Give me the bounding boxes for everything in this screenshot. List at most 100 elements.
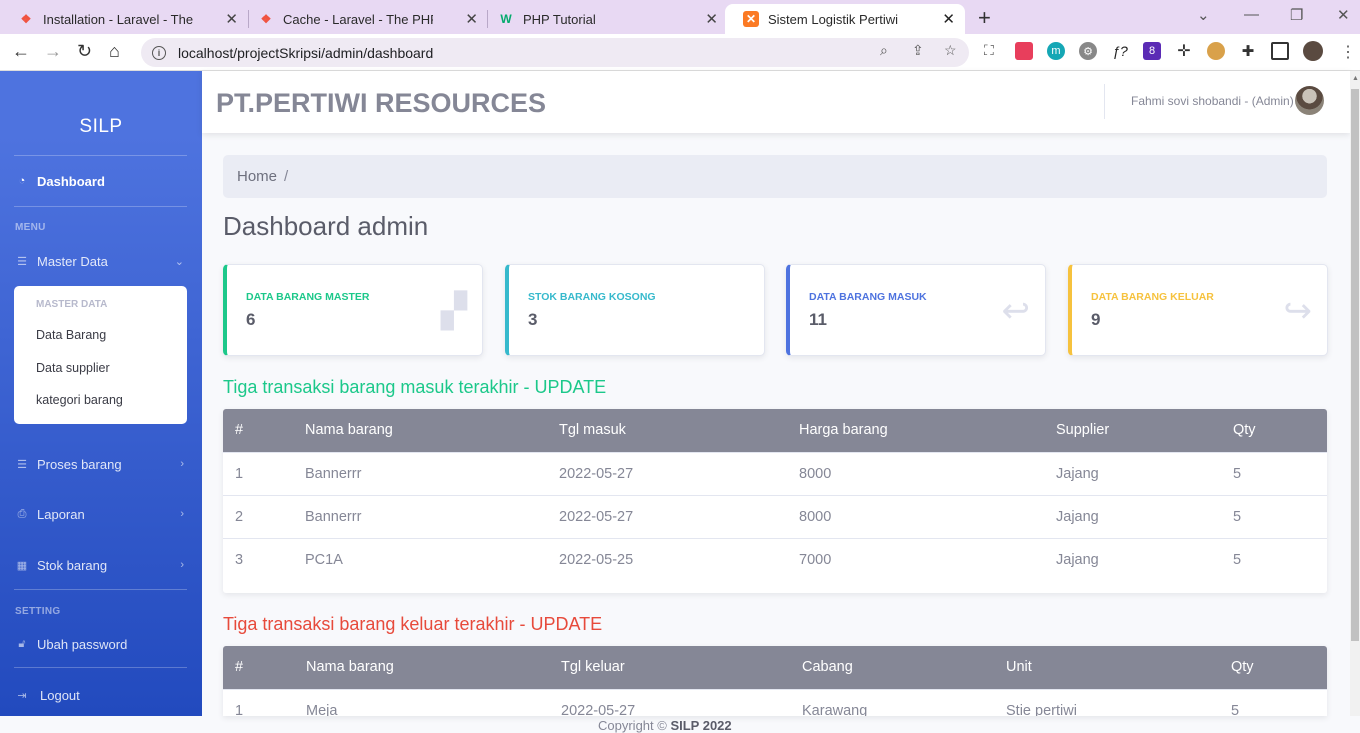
browser-menu-icon[interactable]: ⋮ (1340, 42, 1356, 62)
browser-tab-cache[interactable]: ❖ Cache - Laravel - The PHP Framework ✕ (240, 4, 488, 34)
sidebar-brand[interactable]: SILP (0, 116, 202, 138)
extension-m-icon[interactable]: m (1047, 42, 1065, 60)
submenu-item-data-barang[interactable]: Data Barang (36, 328, 106, 342)
extension-move-icon[interactable]: ✛ (1175, 42, 1193, 60)
profile-avatar-icon[interactable] (1303, 41, 1323, 61)
browser-tab-bar: ❖ Installation - Laravel - The PHP Frame… (0, 0, 1360, 34)
avatar[interactable] (1295, 86, 1324, 115)
home-icon[interactable]: ⌂ (109, 41, 120, 62)
browser-tab-php[interactable]: W PHP Tutorial ✕ (480, 4, 728, 34)
close-window-icon[interactable]: ✕ (1337, 6, 1350, 24)
restore-icon[interactable]: ❐ (1290, 6, 1303, 24)
page-scrollbar[interactable]: ▲ (1350, 71, 1360, 716)
browser-toolbar: ← → ↻ ⌂ i localhost/projectSkripsi/admin… (0, 34, 1360, 71)
database-icon: ☰ (17, 255, 27, 268)
side-panel-icon[interactable] (1271, 42, 1289, 60)
card-data-barang-keluar: DATA BARANG KELUAR 9 ↪ (1068, 264, 1328, 356)
close-tab-icon[interactable]: ✕ (465, 10, 478, 28)
tab-search-icon[interactable]: ⌄ (1197, 6, 1210, 24)
url-text: localhost/projectSkripsi/admin/dashboard (178, 44, 434, 61)
column-header: Tgl masuk (547, 409, 787, 452)
extension-cookie-icon[interactable] (1207, 42, 1225, 60)
screenshot-icon[interactable]: ⛶ (984, 42, 994, 59)
table-cell: Meja (294, 688, 549, 716)
breadcrumb-home[interactable]: Home (237, 168, 277, 185)
table-cell: Stie pertiwi (994, 688, 1219, 716)
sidebar-item-dashboard[interactable]: ◔ Dashboard (15, 170, 187, 192)
page-title: Dashboard admin (223, 211, 429, 241)
tachometer-icon: ◔ (18, 175, 26, 187)
sidebar-item-laporan[interactable]: ⎙ Laporan › (15, 503, 187, 525)
column-header: # (223, 409, 293, 452)
user-name[interactable]: Fahmi sovi shobandi - (Admin) (1131, 94, 1294, 108)
chevron-right-icon: › (180, 559, 184, 571)
table-row: 2 Bannerrr 2022-05-27 8000 Jajang 5 (223, 494, 1327, 538)
close-tab-icon[interactable]: ✕ (942, 10, 955, 28)
barang-keluar-title: Tiga transaksi barang keluar terakhir - … (223, 614, 603, 634)
reload-icon[interactable]: ↻ (77, 41, 92, 62)
footer-copyright: Copyright © (598, 718, 671, 733)
sidebar-item-stok-barang[interactable]: ▦ Stok barang › (15, 554, 187, 576)
barang-masuk-title: Tiga transaksi barang masuk terakhir - U… (223, 377, 607, 397)
bookmark-star-icon[interactable]: ☆ (944, 42, 957, 59)
zoom-icon[interactable]: ⌕ (880, 42, 888, 59)
column-header: Nama barang (293, 409, 547, 452)
menu-heading: MENU (15, 222, 46, 233)
table-cell: Karawang (790, 688, 994, 716)
card-data-barang-masuk: DATA BARANG MASUK 11 ↩ (786, 264, 1046, 356)
address-bar[interactable]: i localhost/projectSkripsi/admin/dashboa… (141, 38, 969, 67)
column-header: Qty (1221, 409, 1327, 452)
list-icon: ☰ (17, 458, 27, 471)
table-cell: 1 (223, 688, 294, 716)
card-label: DATA BARANG KELUAR (1091, 291, 1214, 303)
table-cell: 7000 (787, 537, 1044, 581)
table-cell: Jajang (1044, 537, 1221, 581)
sidebar-item-master-data[interactable]: ☰ Master Data ⌄ (15, 250, 187, 272)
table-cell: 2022-05-27 (549, 688, 790, 716)
sidebar-item-logout[interactable]: ⇥ Logout (15, 684, 187, 706)
new-tab-icon[interactable]: + (978, 5, 991, 31)
close-tab-icon[interactable]: ✕ (705, 10, 718, 28)
breadcrumb-separator: / (284, 168, 289, 185)
table-cell: 1 (223, 451, 293, 495)
xampp-icon: ✕ (743, 11, 759, 27)
laravel-icon: ❖ (20, 12, 32, 26)
card-label: DATA BARANG MASTER (246, 291, 370, 303)
column-header: Nama barang (294, 646, 549, 689)
sidebar: SILP ◔ Dashboard MENU ☰ Master Data ⌄ MA… (0, 71, 202, 716)
back-icon[interactable]: ← (12, 41, 30, 62)
submenu-item-data-supplier[interactable]: Data supplier (36, 361, 110, 375)
submenu-item-kategori-barang[interactable]: kategori barang (36, 393, 123, 407)
browser-tab-installation[interactable]: ❖ Installation - Laravel - The PHP Frame… (0, 4, 248, 34)
lock-icon: 🔓︎ (18, 637, 26, 650)
laravel-icon: ❖ (260, 12, 272, 26)
table-cell: Jajang (1044, 494, 1221, 538)
forward-icon[interactable]: → (44, 41, 62, 62)
scrollbar-thumb[interactable] (1351, 89, 1359, 641)
sidebar-item-proses-barang[interactable]: ☰ Proses barang › (15, 453, 187, 475)
card-stok-barang-kosong: STOK BARANG KOSONG 3 (505, 264, 765, 356)
card-data-barang-master: DATA BARANG MASTER 6 ▞ (223, 264, 483, 356)
share-icon[interactable]: ⇪ (912, 42, 924, 59)
chevron-right-icon: › (180, 458, 184, 470)
scroll-up-icon[interactable]: ▲ (1352, 75, 1359, 82)
chevron-down-icon: ⌄ (174, 255, 184, 268)
minimize-icon[interactable]: — (1244, 6, 1259, 23)
browser-tab-sistem[interactable]: ✕ Sistem Logistik Pertiwi ✕ (725, 4, 965, 34)
site-info-icon[interactable]: i (152, 45, 166, 60)
table-cell: 5 (1219, 688, 1327, 716)
extension-f-icon[interactable]: ƒ? (1111, 42, 1129, 60)
sidebar-item-ubah-password[interactable]: 🔓︎ Ubah password (15, 633, 187, 655)
card-value: 3 (528, 310, 538, 329)
close-tab-icon[interactable]: ✕ (225, 10, 238, 28)
extension-badge-icon[interactable]: 8 (1143, 42, 1161, 60)
table-cell: 3 (223, 537, 293, 581)
table-row: 1 Meja 2022-05-27 Karawang Stie pertiwi … (223, 688, 1327, 716)
table-cell: Jajang (1044, 451, 1221, 495)
table-row: 3 PC1A 2022-05-25 7000 Jajang 5 (223, 537, 1327, 581)
card-label: STOK BARANG KOSONG (528, 291, 656, 303)
extension-icon[interactable] (1015, 42, 1033, 60)
card-value: 11 (809, 310, 827, 329)
extension-gear-icon[interactable]: ⚙ (1079, 42, 1097, 60)
extensions-puzzle-icon[interactable]: ✚ (1239, 42, 1257, 60)
